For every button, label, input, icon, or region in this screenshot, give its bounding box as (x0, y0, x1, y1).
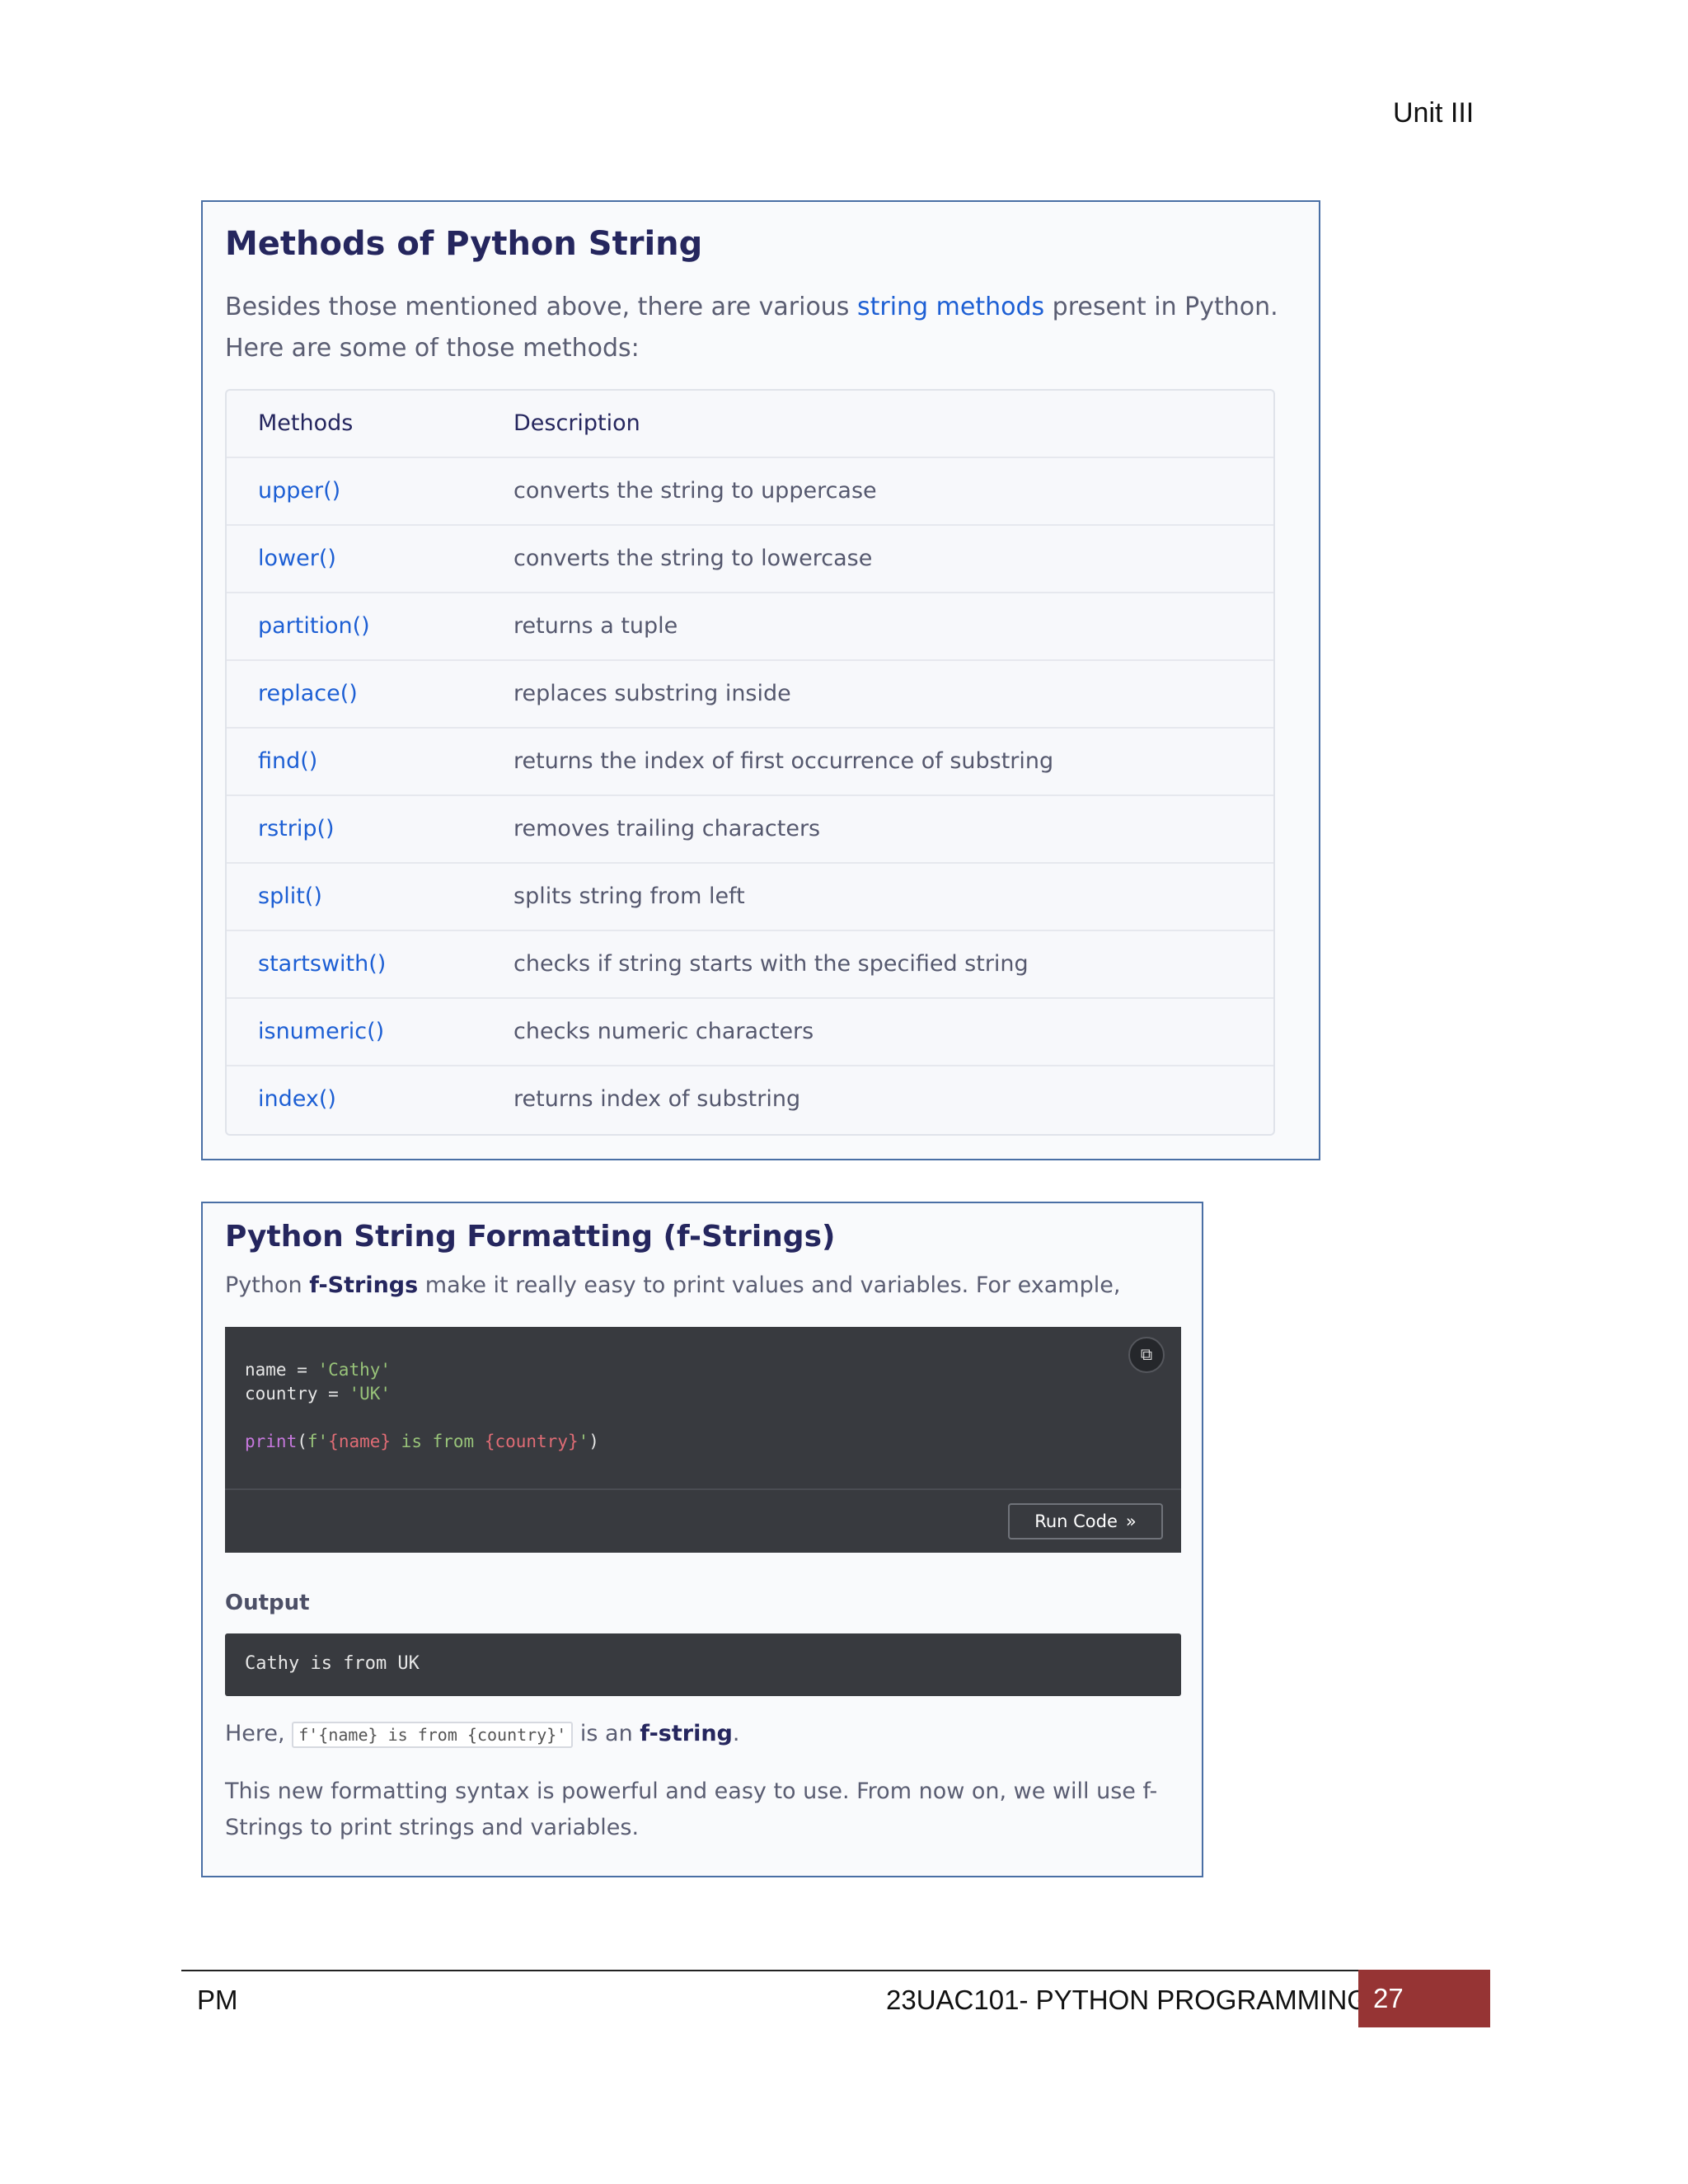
code-token: name (245, 1360, 287, 1380)
method-link[interactable]: rstrip() (258, 816, 335, 841)
table-row: find() returns the index of first occurr… (227, 729, 1273, 796)
table-row: startswith() checks if string starts wit… (227, 931, 1273, 999)
method-description: returns a tuple (513, 613, 678, 639)
table-row: partition() returns a tuple (227, 593, 1273, 661)
methods-card: Methods of Python String Besides those m… (201, 200, 1320, 1160)
method-description: removes trailing characters (513, 816, 821, 841)
code-token: print (245, 1432, 298, 1451)
method-link[interactable]: isnumeric() (258, 1019, 384, 1044)
code-divider (225, 1488, 1181, 1490)
table-row: isnumeric() checks numeric characters (227, 999, 1273, 1066)
copy-icon[interactable]: ⧉ (1128, 1337, 1165, 1373)
intro-text-end: make it really easy to print values and … (418, 1272, 1121, 1298)
code-token: ' (578, 1432, 589, 1451)
inline-code: f'{name} is from {country}' (292, 1722, 574, 1748)
table-row: lower() converts the string to lowercase (227, 526, 1273, 593)
intro-text: Besides those mentioned above, there are… (225, 293, 857, 321)
double-chevron-right-icon: » (1125, 1511, 1137, 1531)
footer-divider (181, 1970, 1360, 1971)
here-paragraph: Here, f'{name} is from {country}' is an … (225, 1721, 740, 1748)
here-text-mid: is an (573, 1721, 640, 1746)
here-text: Here, (225, 1721, 293, 1746)
footer-course: 23UAC101- PYTHON PROGRAMMING (886, 1985, 1368, 2015)
table-row: split() splits string from left (227, 864, 1273, 931)
method-description: checks numeric characters (513, 1019, 814, 1044)
here-text-end: . (732, 1721, 740, 1746)
methods-intro: Besides those mentioned above, there are… (225, 287, 1280, 369)
method-link[interactable]: find() (258, 748, 317, 774)
unit-label: Unit III (1393, 97, 1475, 129)
fstrings-card: Python String Formatting (f-Strings) Pyt… (201, 1202, 1203, 1877)
table-row: replace() replaces substring inside (227, 661, 1273, 729)
method-description: returns the index of first occurrence of… (513, 748, 1054, 774)
table-header-row: Methods Description (227, 391, 1273, 458)
footer-left: PM (197, 1985, 238, 2015)
method-link[interactable]: partition() (258, 613, 370, 639)
fstrings-title: Python String Formatting (f-Strings) (225, 1220, 836, 1254)
table-row: rstrip() removes trailing characters (227, 796, 1273, 864)
method-link[interactable]: lower() (258, 546, 336, 571)
method-description: returns index of substring (513, 1086, 801, 1112)
method-link[interactable]: split() (258, 883, 322, 909)
intro-bold: f-Strings (309, 1272, 419, 1298)
methods-title: Methods of Python String (225, 225, 703, 263)
column-header-description: Description (513, 410, 640, 436)
fstrings-intro: Python f-Strings make it really easy to … (225, 1272, 1120, 1298)
run-code-label: Run Code (1034, 1511, 1118, 1531)
method-description: converts the string to lowercase (513, 546, 873, 571)
code-token: {name} (328, 1432, 392, 1451)
code-token: 'UK' (349, 1384, 392, 1404)
closing-paragraph: This new formatting syntax is powerful a… (225, 1779, 1158, 1840)
code-token: ) (588, 1432, 599, 1451)
string-methods-link[interactable]: string methods (857, 293, 1044, 321)
here-bold: f-string (640, 1721, 733, 1746)
code-token: = (317, 1384, 349, 1404)
method-description: checks if string starts with the specifi… (513, 951, 1029, 977)
methods-table: Methods Description upper() converts the… (225, 389, 1275, 1136)
column-header-methods: Methods (258, 410, 354, 436)
code-token: country (245, 1384, 318, 1404)
method-link[interactable]: startswith() (258, 951, 386, 977)
intro-text: Python (225, 1272, 310, 1298)
method-description: converts the string to uppercase (513, 478, 877, 504)
code-token: 'Cathy' (317, 1360, 392, 1380)
method-link[interactable]: replace() (258, 681, 358, 706)
code-block: ⧉ name = 'Cathy' country = 'UK' print(f'… (225, 1327, 1181, 1553)
method-description: splits string from left (513, 883, 745, 909)
table-row: index() returns index of substring (227, 1066, 1273, 1134)
run-code-button[interactable]: Run Code » (1008, 1503, 1163, 1540)
page-number: 27 (1358, 1970, 1490, 2027)
method-description: replaces substring inside (513, 681, 791, 706)
code-token: ( (297, 1432, 307, 1451)
code-token: is from (391, 1432, 485, 1451)
code-text: name = 'Cathy' country = 'UK' print(f'{n… (245, 1358, 599, 1454)
output-text: Cathy is from UK (245, 1653, 420, 1674)
output-label: Output (225, 1591, 310, 1615)
output-box: Cathy is from UK (225, 1633, 1181, 1696)
code-token: {country} (484, 1432, 579, 1451)
method-link[interactable]: upper() (258, 478, 340, 504)
method-link[interactable]: index() (258, 1086, 336, 1112)
code-token: = (286, 1360, 318, 1380)
code-token: f' (307, 1432, 329, 1451)
table-row: upper() converts the string to uppercase (227, 458, 1273, 526)
